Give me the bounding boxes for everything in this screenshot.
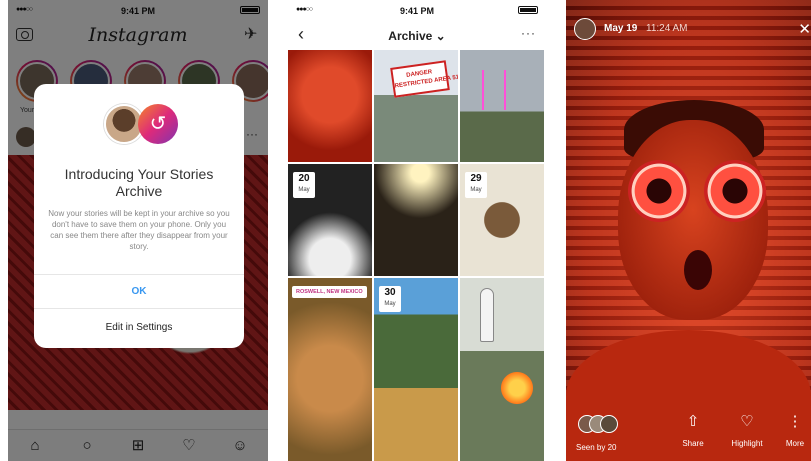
phone-archive: ●●●○○ 9:41 PM ‹ Archive ⌄ ··· DANGER RES… (288, 0, 546, 461)
more-button[interactable]: ⋮ More (770, 411, 811, 448)
phone-story-viewer: May 19 11:24 AM ✕ Seen by 20 ⇧ Share ♡ H… (566, 0, 811, 461)
story-footer: Seen by 20 ⇧ Share ♡ Highlight ⋮ More (566, 411, 811, 461)
glasses-lens (628, 160, 690, 222)
avatar (600, 415, 618, 433)
date-badge: 30 May (379, 286, 401, 312)
sign-text: DANGER RESTRICTED AREA 51 (394, 69, 458, 90)
archive-title: Archive (388, 29, 433, 43)
share-icon: ⇧ (686, 413, 700, 430)
date-badge: 29 May (465, 172, 487, 198)
archive-story-thumbnail[interactable] (460, 50, 544, 162)
archive-header: ‹ Archive ⌄ ··· (288, 20, 546, 50)
highlight-label: Highlight (731, 439, 763, 448)
date-month: May (298, 187, 310, 193)
more-icon: ⋮ (787, 413, 803, 430)
share-button[interactable]: ⇧ Share (668, 411, 718, 448)
date-badge: 20 May (293, 172, 315, 198)
ok-button[interactable]: OK (34, 274, 244, 308)
date-day: 29 (470, 173, 482, 184)
date-month: May (384, 301, 396, 307)
seen-by-label[interactable]: Seen by 20 (576, 443, 616, 452)
archive-story-thumbnail[interactable] (460, 278, 544, 461)
archive-grid: DANGER RESTRICTED AREA 51 20 May 29 May … (288, 50, 546, 461)
archive-story-thumbnail[interactable]: 30 May (374, 278, 458, 461)
neon-beam-sticker (482, 70, 506, 110)
more-options-icon[interactable]: ··· (521, 26, 536, 40)
more-label: More (785, 439, 805, 448)
close-icon[interactable]: ✕ (798, 20, 811, 38)
phone-feed: ●●●○○ 9:41 PM Instagram ✈ Your ··· ⌂ ○ ⊞… (8, 0, 268, 461)
archive-clock-icon: ↺ (138, 104, 178, 144)
archive-story-thumbnail[interactable]: ROSWELL, NEW MEXICO (288, 278, 372, 461)
edit-in-settings-button[interactable]: Edit in Settings (34, 308, 244, 348)
date-day: 20 (298, 173, 310, 184)
danger-sign: DANGER RESTRICTED AREA 51 (390, 60, 458, 98)
dialog-title: Introducing Your Stories Archive (64, 166, 214, 199)
share-label: Share (682, 439, 704, 448)
date-day: 30 (384, 287, 396, 298)
highlight-button[interactable]: ♡ Highlight (722, 411, 772, 448)
glasses-lens (704, 160, 766, 222)
status-time: 9:41 PM (399, 6, 434, 16)
status-bar: ●●●○○ 9:41 PM (288, 0, 546, 20)
fire-sticker (500, 368, 534, 408)
avatar[interactable] (574, 18, 596, 40)
story-date: May 19 (604, 23, 638, 34)
story-subject-mouth (684, 250, 712, 290)
story-time: 11:24 AM (646, 23, 688, 34)
story-header: May 19 11:24 AM ✕ (566, 18, 811, 42)
highlight-icon: ♡ (740, 413, 754, 430)
archive-story-thumbnail[interactable]: DANGER RESTRICTED AREA 51 (374, 50, 458, 162)
archive-story-thumbnail[interactable]: 29 May (460, 164, 544, 276)
chevron-down-icon: ⌄ (435, 29, 446, 43)
seen-by-avatars[interactable] (578, 415, 628, 433)
archive-intro-dialog: ↺ Introducing Your Stories Archive Now y… (34, 84, 244, 348)
archive-story-thumbnail[interactable] (288, 50, 372, 162)
date-month: May (470, 187, 482, 193)
battery-icon (518, 6, 538, 14)
location-sticker: ROSWELL, NEW MEXICO (292, 286, 367, 298)
archive-story-thumbnail[interactable]: 20 May (288, 164, 372, 276)
archive-story-thumbnail[interactable] (374, 164, 458, 276)
dialog-body: Now your stories will be kept in your ar… (48, 209, 230, 251)
archive-title-dropdown[interactable]: Archive ⌄ (288, 29, 546, 43)
rocket-sticker (480, 288, 494, 342)
